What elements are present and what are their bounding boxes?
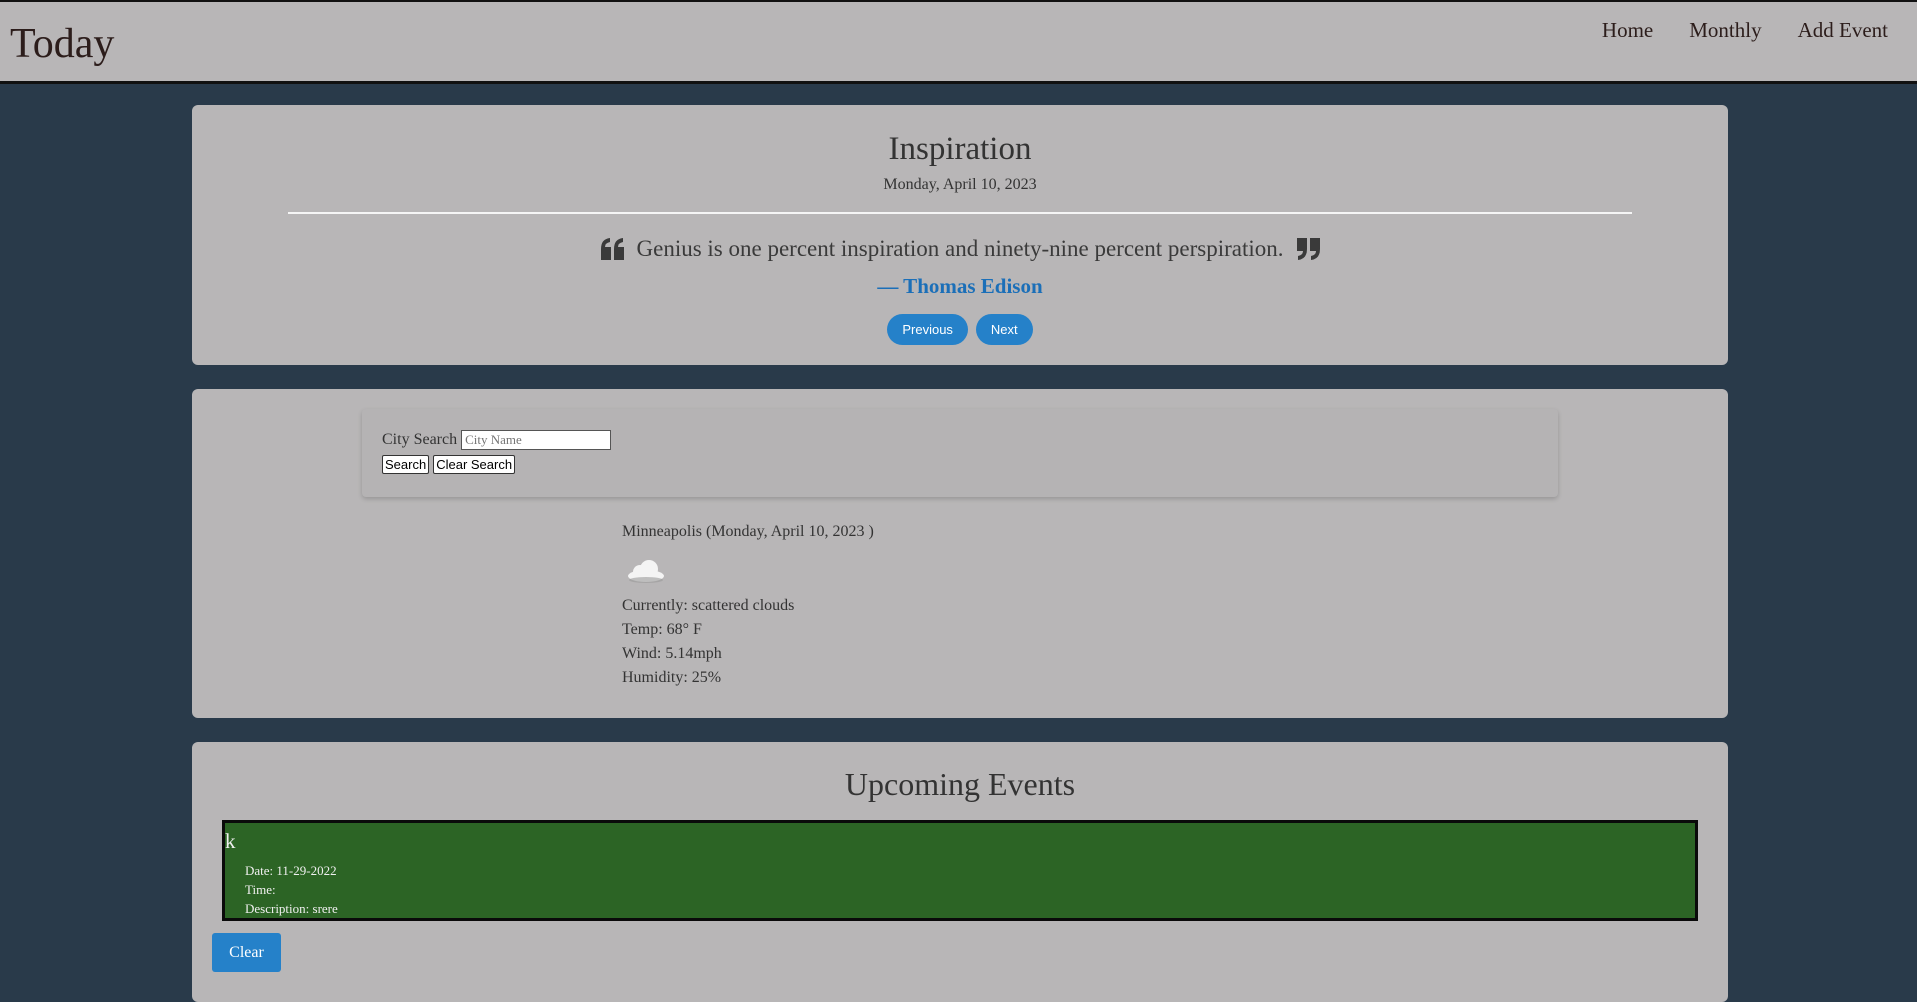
event-description: Description: srere <box>245 901 338 916</box>
inspiration-date: Monday, April 10, 2023 <box>883 176 1037 193</box>
clear-search-button[interactable]: Clear Search <box>433 455 516 474</box>
events-title: Upcoming Events <box>844 766 1076 802</box>
city-search-input[interactable] <box>461 430 612 450</box>
inspiration-card: Inspiration Monday, April 10, 2023 Geniu… <box>192 105 1728 365</box>
inspiration-title: Inspiration <box>888 131 1032 167</box>
nav-home-link[interactable]: Home <box>1602 18 1653 43</box>
brand-title[interactable]: Today <box>10 20 114 68</box>
event-item[interactable]: k Date: 11-29-2022 Time: Description: sr… <box>222 820 1698 921</box>
weather-wind: Wind: 5.14mph <box>622 645 722 662</box>
next-quote-button[interactable]: Next <box>975 314 1033 345</box>
city-search-row: City Search <box>382 430 612 450</box>
weather-currently: Currently: scattered clouds <box>622 597 795 614</box>
event-name: k <box>225 829 236 853</box>
quote-nav-buttons: Previous Next <box>192 314 1728 345</box>
events-card: Upcoming Events k Date: 11-29-2022 Time:… <box>192 742 1728 1002</box>
top-nav-bar: Today Home Monthly Add Event <box>0 0 1917 84</box>
weather-humidity: Humidity: 25% <box>622 669 722 686</box>
quote-close-icon <box>1296 238 1320 260</box>
nav-add-event-link[interactable]: Add Event <box>1798 18 1888 43</box>
quote-author: — Thomas Edison <box>877 274 1043 298</box>
quote-row: Genius is one percent inspiration and ni… <box>192 233 1728 265</box>
weather-city-date: Minneapolis (Monday, April 10, 2023 ) <box>622 523 874 540</box>
quote-text: Genius is one percent inspiration and ni… <box>636 236 1284 261</box>
search-button[interactable]: Search <box>382 455 430 474</box>
event-time: Time: <box>245 882 276 897</box>
previous-quote-button[interactable]: Previous <box>887 314 968 345</box>
city-search-box: City Search Search Clear Search <box>362 409 1558 497</box>
event-date: Date: 11-29-2022 <box>245 863 337 878</box>
city-search-label: City Search <box>382 431 458 448</box>
event-details: Date: 11-29-2022 Time: Description: srer… <box>245 861 338 918</box>
weather-temp: Temp: 68° F <box>622 621 702 638</box>
nav-monthly-link[interactable]: Monthly <box>1689 18 1761 43</box>
quote-open-icon <box>600 238 624 260</box>
clear-events-button[interactable]: Clear <box>212 933 281 972</box>
divider <box>288 212 1632 214</box>
nav-links: Home Monthly Add Event <box>1602 18 1888 43</box>
city-search-buttons: Search Clear Search <box>382 455 516 474</box>
weather-info: Minneapolis (Monday, April 10, 2023 ) Cu… <box>622 522 874 690</box>
weather-card: City Search Search Clear Search Minneapo… <box>192 389 1728 718</box>
cloud-icon <box>628 560 664 583</box>
